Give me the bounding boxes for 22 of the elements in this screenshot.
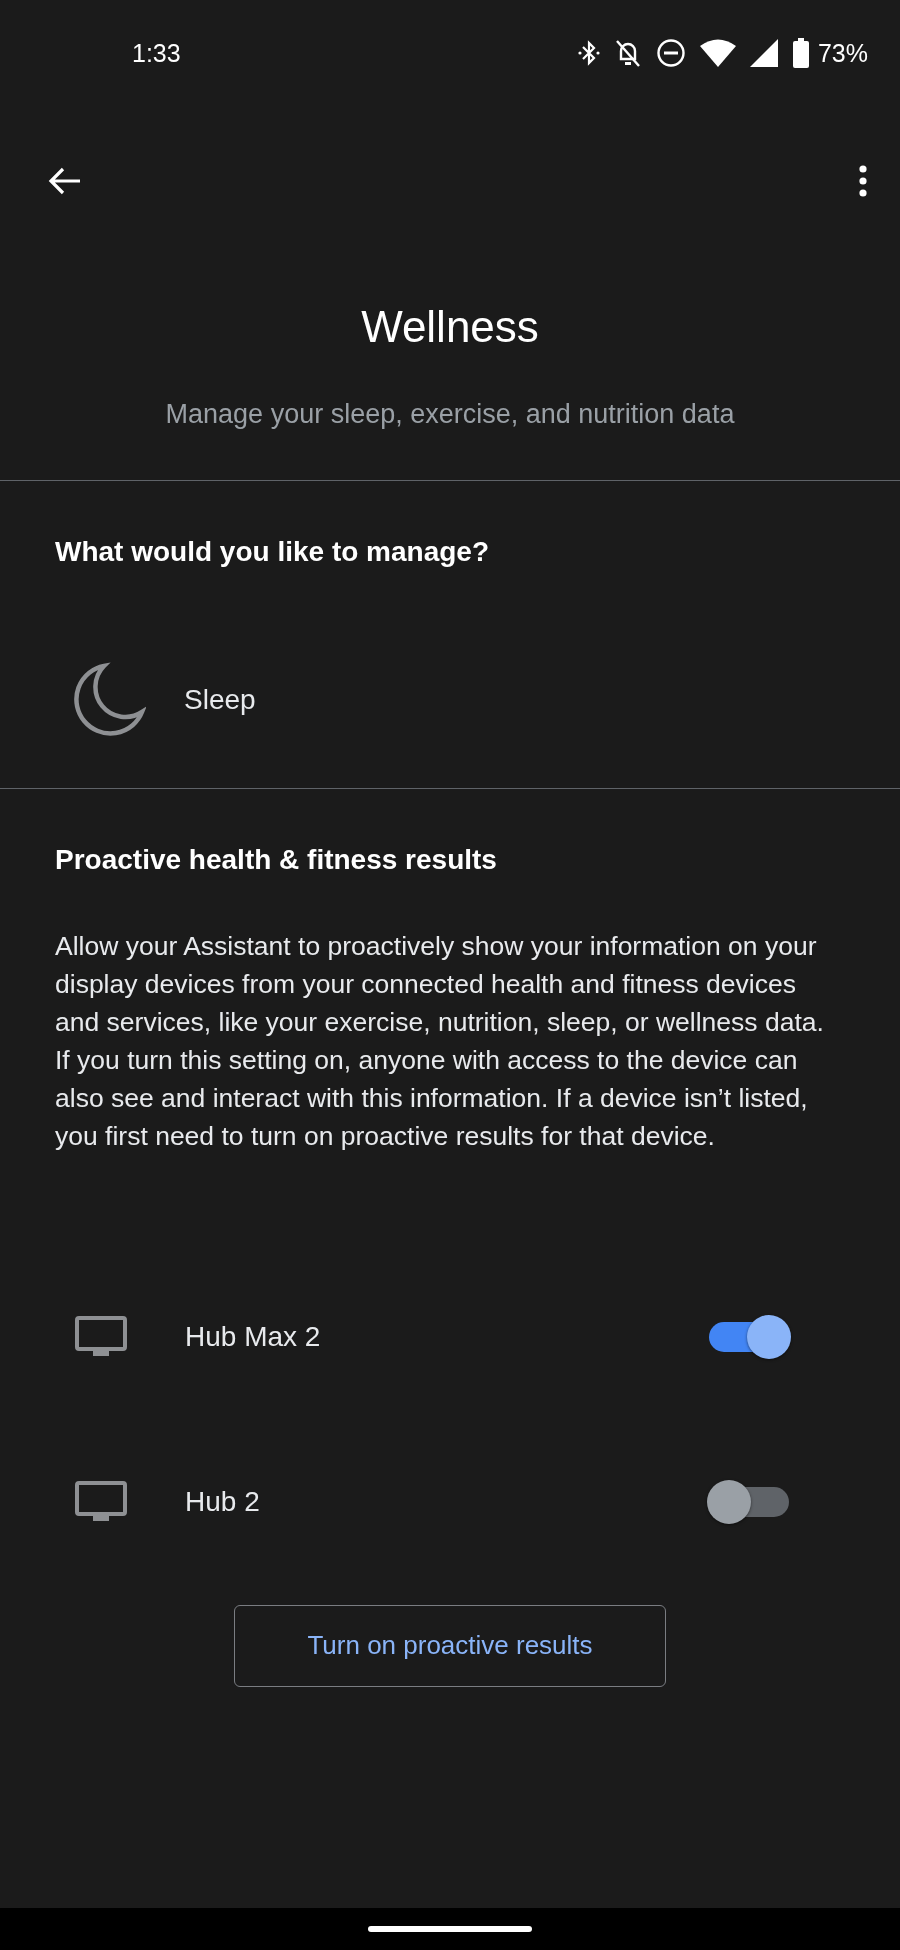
bluetooth-icon	[577, 40, 600, 66]
status-time: 1:33	[132, 38, 181, 68]
page-title: Wellness	[360, 301, 540, 353]
home-handle[interactable]	[368, 1926, 532, 1932]
display-icon	[75, 1316, 127, 1359]
device-name: Hub 2	[185, 1486, 261, 1519]
do-not-disturb-icon	[655, 38, 686, 68]
display-icon	[75, 1481, 127, 1524]
wifi-icon	[699, 39, 736, 67]
section-heading: Proactive health & fitness results	[55, 843, 498, 877]
signal-icon	[749, 39, 778, 67]
muted-bell-icon	[613, 38, 642, 68]
battery-percent: 73%	[817, 38, 868, 68]
more-options-icon	[858, 165, 868, 197]
section-description: Allow your Assistant to proactively show your information on your display devices from your connected health and fitness devices and services, like your exercise, nutrition, sleep, or wellness data. If you turn this setting on, anyone with access to the device can also see and interact with this information. If a device isn’t listed, you first need to turn on proactive results for that device.	[55, 930, 825, 1153]
back-arrow-icon	[48, 166, 82, 196]
turn-on-button[interactable]: Turn on proactive results	[234, 1605, 666, 1687]
section-heading: What would you like to manage?	[55, 534, 491, 569]
page-subtitle: Manage your sleep, exercise, and nutrition data	[164, 398, 736, 430]
device-name: Hub Max 2	[185, 1321, 322, 1354]
sleep-item[interactable]: Sleep	[0, 662, 900, 739]
battery-icon	[791, 38, 810, 68]
